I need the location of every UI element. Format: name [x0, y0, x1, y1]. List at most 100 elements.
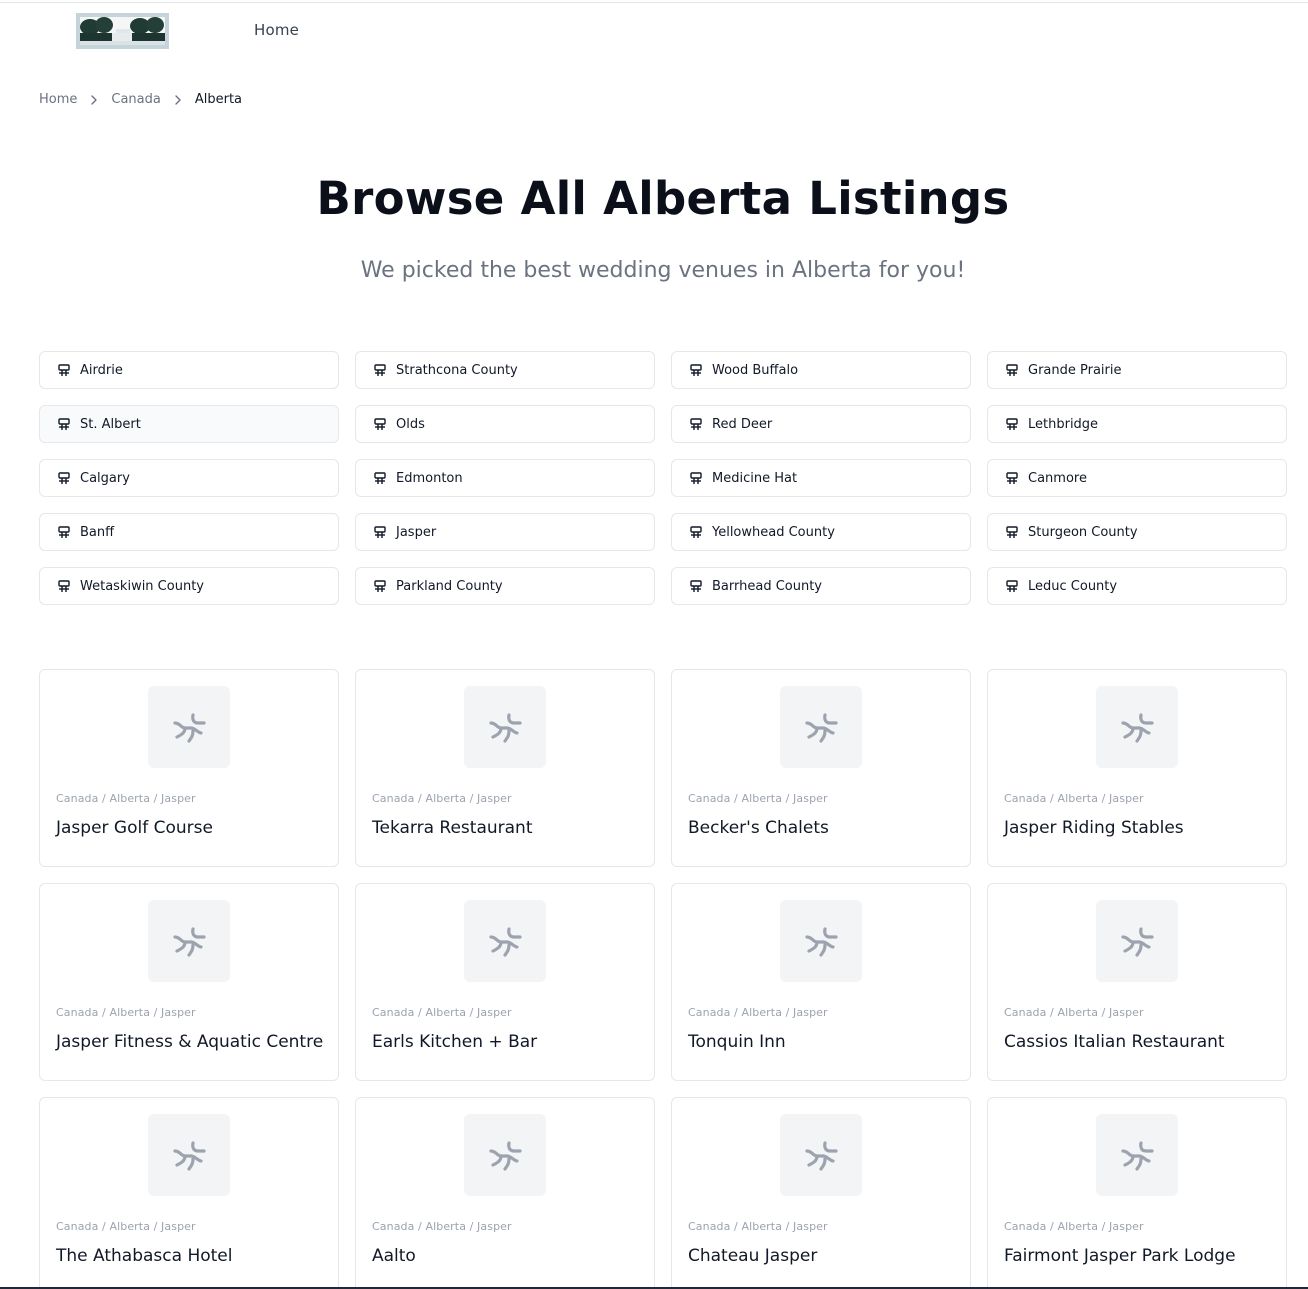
city-link-label: Barrhead County — [712, 578, 823, 594]
listing-location-path: Canada / Alberta / Jasper — [1004, 792, 1144, 805]
chevron-right-icon — [77, 94, 111, 105]
city-link-label: Banff — [80, 524, 115, 540]
signpost-icon — [1005, 471, 1019, 485]
breadcrumb-current: Alberta — [194, 92, 243, 107]
listing-card[interactable]: Canada / Alberta / Jasper Aalto — [355, 1097, 655, 1289]
city-link[interactable]: Calgary — [39, 459, 339, 497]
city-link-label: Leduc County — [1028, 578, 1118, 594]
city-link[interactable]: Wood Buffalo — [671, 351, 971, 389]
listing-location-path: Canada / Alberta / Jasper — [56, 1006, 196, 1019]
listing-location-path: Canada / Alberta / Jasper — [1004, 1006, 1144, 1019]
listing-card[interactable]: Canada / Alberta / Jasper Tekarra Restaur… — [355, 669, 655, 867]
signpost-icon — [689, 471, 703, 485]
route-placeholder-icon — [487, 711, 523, 743]
signpost-icon — [689, 525, 703, 539]
listing-location-path: Canada / Alberta / Jasper — [372, 792, 512, 805]
listing-location-path: Canada / Alberta / Jasper — [1004, 1220, 1144, 1233]
breadcrumb-canada[interactable]: Canada — [111, 92, 160, 107]
city-link[interactable]: Parkland County — [355, 567, 655, 605]
city-link[interactable]: St. Albert — [39, 405, 339, 443]
city-link[interactable]: Leduc County — [987, 567, 1287, 605]
route-placeholder-icon — [1119, 711, 1155, 743]
listing-thumbnail — [148, 1114, 230, 1196]
city-link-label: Red Deer — [712, 416, 773, 432]
listing-card[interactable]: Canada / Alberta / Jasper Earls Kitchen +… — [355, 883, 655, 1081]
city-link[interactable]: Banff — [39, 513, 339, 551]
city-link[interactable]: Olds — [355, 405, 655, 443]
listing-card[interactable]: Canada / Alberta / Jasper Becker's Chalet… — [671, 669, 971, 867]
city-link-label: Grande Prairie — [1028, 362, 1122, 378]
city-link-label: Yellowhead County — [712, 524, 835, 540]
city-link-label: Wood Buffalo — [712, 362, 799, 378]
listing-thumbnail — [780, 686, 862, 768]
listing-thumbnail — [464, 1114, 546, 1196]
city-link-label: Jasper — [396, 524, 437, 540]
listing-card[interactable]: Canada / Alberta / Jasper Jasper Fitness … — [39, 883, 339, 1081]
listing-card[interactable]: Canada / Alberta / Jasper Jasper Golf Cou… — [39, 669, 339, 867]
city-link[interactable]: Sturgeon County — [987, 513, 1287, 551]
city-link[interactable]: Wetaskiwin County — [39, 567, 339, 605]
nav-home-link[interactable]: Home — [254, 21, 299, 39]
listing-card[interactable]: Canada / Alberta / Jasper The Athabasca H… — [39, 1097, 339, 1289]
city-link[interactable]: Barrhead County — [671, 567, 971, 605]
listing-name: Jasper Golf Course — [56, 818, 213, 838]
listing-card[interactable]: Canada / Alberta / Jasper Tonquin Inn — [671, 883, 971, 1081]
page-title: Browse All Alberta Listings — [316, 172, 1010, 225]
site-logo[interactable] — [76, 13, 169, 49]
breadcrumb: Home Canada Alberta — [39, 92, 242, 107]
city-link[interactable]: Airdrie — [39, 351, 339, 389]
listing-name: Becker's Chalets — [688, 818, 829, 838]
city-link[interactable]: Red Deer — [671, 405, 971, 443]
listing-card[interactable]: Canada / Alberta / Jasper Cassios Italian… — [987, 883, 1287, 1081]
city-link-label: Olds — [396, 416, 425, 432]
site-header: Home — [0, 0, 1308, 60]
city-link-label: Edmonton — [396, 470, 463, 486]
signpost-icon — [1005, 363, 1019, 377]
city-link-label: Canmore — [1028, 470, 1087, 486]
city-link-label: Lethbridge — [1028, 416, 1099, 432]
city-link[interactable]: Strathcona County — [355, 351, 655, 389]
listing-location-path: Canada / Alberta / Jasper — [56, 792, 196, 805]
listing-card[interactable]: Canada / Alberta / Jasper Chateau Jasper — [671, 1097, 971, 1289]
signpost-icon — [57, 525, 71, 539]
listing-name: Tonquin Inn — [688, 1032, 786, 1052]
signpost-icon — [373, 579, 387, 593]
city-link[interactable]: Grande Prairie — [987, 351, 1287, 389]
listing-card[interactable]: Canada / Alberta / Jasper Fairmont Jasper… — [987, 1097, 1287, 1289]
listing-location-path: Canada / Alberta / Jasper — [56, 1220, 196, 1233]
city-link-label: Calgary — [80, 470, 130, 486]
city-link[interactable]: Canmore — [987, 459, 1287, 497]
city-link[interactable]: Edmonton — [355, 459, 655, 497]
listing-name: Chateau Jasper — [688, 1246, 818, 1266]
route-placeholder-icon — [1119, 1139, 1155, 1171]
listing-thumbnail — [1096, 1114, 1178, 1196]
signpost-icon — [689, 363, 703, 377]
route-placeholder-icon — [171, 1139, 207, 1171]
city-link-label: Parkland County — [396, 578, 503, 594]
city-link[interactable]: Jasper — [355, 513, 655, 551]
listing-name: Jasper Riding Stables — [1004, 818, 1184, 838]
listing-thumbnail — [1096, 686, 1178, 768]
listing-card[interactable]: Canada / Alberta / Jasper Jasper Riding S… — [987, 669, 1287, 867]
city-link[interactable]: Yellowhead County — [671, 513, 971, 551]
listing-location-path: Canada / Alberta / Jasper — [688, 1220, 828, 1233]
logo-image — [76, 13, 169, 49]
city-link[interactable]: Medicine Hat — [671, 459, 971, 497]
signpost-icon — [689, 579, 703, 593]
listing-name: Fairmont Jasper Park Lodge — [1004, 1246, 1236, 1266]
listing-name: Tekarra Restaurant — [372, 818, 533, 838]
city-link-label: Wetaskiwin County — [80, 578, 204, 594]
city-link[interactable]: Lethbridge — [987, 405, 1287, 443]
breadcrumb-home[interactable]: Home — [39, 92, 77, 107]
listings-grid: Canada / Alberta / Jasper Jasper Golf Cou… — [39, 669, 1287, 1289]
listing-location-path: Canada / Alberta / Jasper — [688, 792, 828, 805]
signpost-icon — [1005, 579, 1019, 593]
chevron-right-icon — [161, 94, 195, 105]
listing-location-path: Canada / Alberta / Jasper — [688, 1006, 828, 1019]
signpost-icon — [373, 363, 387, 377]
route-placeholder-icon — [487, 925, 523, 957]
city-link-label: Sturgeon County — [1028, 524, 1138, 540]
listing-name: Aalto — [372, 1246, 416, 1266]
signpost-icon — [57, 471, 71, 485]
route-placeholder-icon — [171, 925, 207, 957]
